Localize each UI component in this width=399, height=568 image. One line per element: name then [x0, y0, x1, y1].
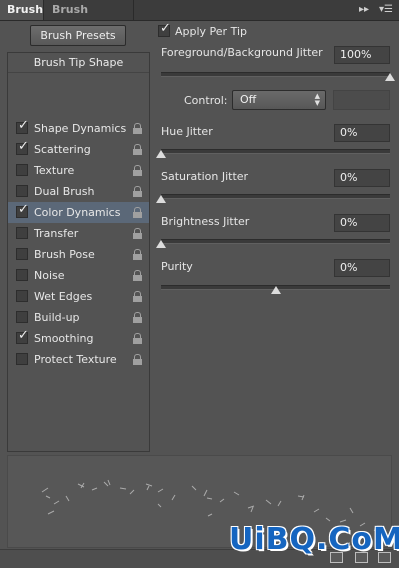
- transfer-checkbox[interactable]: [16, 227, 28, 239]
- color-dynamics-checkbox[interactable]: ✓: [16, 202, 29, 218]
- list-item-color-dynamics[interactable]: ✓ Color Dynamics: [8, 202, 149, 223]
- select-arrows-icon: ▲ ▼: [314, 92, 320, 107]
- panel-menu-icon[interactable]: ▾☰: [378, 3, 394, 17]
- brush-presets-button[interactable]: Brush Presets: [30, 25, 126, 46]
- checkmark-icon: ✓: [18, 328, 29, 343]
- lock-icon[interactable]: [133, 291, 142, 302]
- checkmark-icon: ✓: [18, 139, 29, 154]
- lock-icon[interactable]: [133, 270, 142, 281]
- list-item-protect-texture[interactable]: Protect Texture: [8, 349, 149, 370]
- control-select[interactable]: Off ▲ ▼: [232, 90, 326, 110]
- checkmark-icon: ✓: [160, 21, 171, 36]
- fg-bg-jitter-label: Foreground/Background Jitter: [161, 46, 323, 59]
- hue-jitter-label: Hue Jitter: [161, 125, 213, 138]
- list-item-dual-brush[interactable]: Dual Brush: [8, 181, 149, 202]
- noise-label: Noise: [34, 269, 65, 282]
- color-dynamics-label: Color Dynamics: [34, 206, 121, 219]
- saturation-jitter-label: Saturation Jitter: [161, 170, 249, 183]
- list-item-noise[interactable]: Noise: [8, 265, 149, 286]
- brightness-jitter-slider-track[interactable]: [161, 239, 390, 244]
- noise-checkbox[interactable]: [16, 269, 28, 281]
- brush-settings-list: Brush Tip Shape ✓ Shape Dynamics ✓ Scatteri…: [7, 52, 150, 452]
- tab-brush[interactable]: Brush: [0, 0, 44, 20]
- lock-icon[interactable]: [133, 333, 142, 344]
- dual-brush-label: Dual Brush: [34, 185, 95, 198]
- fg-bg-jitter-slider-thumb[interactable]: [385, 73, 395, 81]
- smoothing-label: Smoothing: [34, 332, 94, 345]
- lock-icon[interactable]: [133, 165, 142, 176]
- control-disabled-field: [333, 90, 390, 110]
- build-up-checkbox[interactable]: [16, 311, 28, 323]
- control-label: Control:: [184, 94, 228, 107]
- purity-label: Purity: [161, 260, 193, 273]
- lock-icon[interactable]: [133, 186, 142, 197]
- lock-icon[interactable]: [133, 312, 142, 323]
- purity-slider-thumb[interactable]: [270, 286, 281, 294]
- brush-pose-checkbox[interactable]: [16, 248, 28, 260]
- brightness-jitter-label: Brightness Jitter: [161, 215, 250, 228]
- dual-brush-checkbox[interactable]: [16, 185, 28, 197]
- list-item-brush-tip-shape[interactable]: Brush Tip Shape: [8, 53, 149, 73]
- purity-value[interactable]: 0%: [334, 259, 390, 277]
- fg-bg-jitter-value[interactable]: 100%: [334, 46, 390, 64]
- apply-per-tip-checkbox[interactable]: ✓: [158, 21, 171, 37]
- scattering-label: Scattering: [34, 143, 91, 156]
- lock-icon[interactable]: [133, 354, 142, 365]
- list-item-texture[interactable]: Texture: [8, 160, 149, 181]
- saturation-jitter-value[interactable]: 0%: [334, 169, 390, 187]
- list-item-smoothing[interactable]: ✓ Smoothing: [8, 328, 149, 349]
- tab-brush-presets[interactable]: Brush Presets: [46, 0, 134, 36]
- lock-icon[interactable]: [133, 228, 142, 239]
- list-item-scattering[interactable]: ✓ Scattering: [8, 139, 149, 160]
- list-item-brush-pose[interactable]: Brush Pose: [8, 244, 149, 265]
- list-item-wet-edges[interactable]: Wet Edges: [8, 286, 149, 307]
- lock-icon[interactable]: [133, 207, 142, 218]
- texture-label: Texture: [34, 164, 75, 177]
- brightness-jitter-slider-thumb[interactable]: [156, 240, 166, 248]
- transfer-label: Transfer: [34, 227, 79, 240]
- wet-edges-label: Wet Edges: [34, 290, 93, 303]
- list-item-build-up[interactable]: Build-up: [8, 307, 149, 328]
- saturation-jitter-slider-thumb[interactable]: [156, 195, 166, 203]
- apply-per-tip-label: Apply Per Tip: [175, 25, 247, 38]
- checkmark-icon: ✓: [18, 118, 29, 133]
- wet-edges-checkbox[interactable]: [16, 290, 28, 302]
- list-item-shape-dynamics[interactable]: ✓ Shape Dynamics: [8, 118, 149, 139]
- lock-icon[interactable]: [133, 144, 142, 155]
- scattering-checkbox[interactable]: ✓: [16, 139, 29, 155]
- lock-icon[interactable]: [133, 249, 142, 260]
- saturation-jitter-slider-track[interactable]: [161, 194, 390, 199]
- fg-bg-jitter-slider-track[interactable]: [161, 72, 390, 77]
- hue-jitter-slider-track[interactable]: [161, 149, 390, 154]
- protect-texture-label: Protect Texture: [34, 353, 117, 366]
- brush-pose-label: Brush Pose: [34, 248, 95, 261]
- shape-dynamics-label: Shape Dynamics: [34, 122, 127, 135]
- build-up-label: Build-up: [34, 311, 80, 324]
- protect-texture-checkbox[interactable]: [16, 353, 28, 365]
- hue-jitter-value[interactable]: 0%: [334, 124, 390, 142]
- hue-jitter-slider-thumb[interactable]: [156, 150, 166, 158]
- smoothing-checkbox[interactable]: ✓: [16, 328, 29, 344]
- texture-checkbox[interactable]: [16, 164, 28, 176]
- brightness-jitter-value[interactable]: 0%: [334, 214, 390, 232]
- shape-dynamics-checkbox[interactable]: ✓: [16, 118, 29, 134]
- checkmark-icon: ✓: [18, 202, 29, 217]
- list-item-transfer[interactable]: Transfer: [8, 223, 149, 244]
- watermark: UiBQ.CoM: [229, 522, 399, 557]
- control-select-value: Off: [240, 93, 257, 106]
- lock-icon[interactable]: [133, 123, 142, 134]
- double-chevron-right-icon[interactable]: ▸▸: [356, 3, 372, 17]
